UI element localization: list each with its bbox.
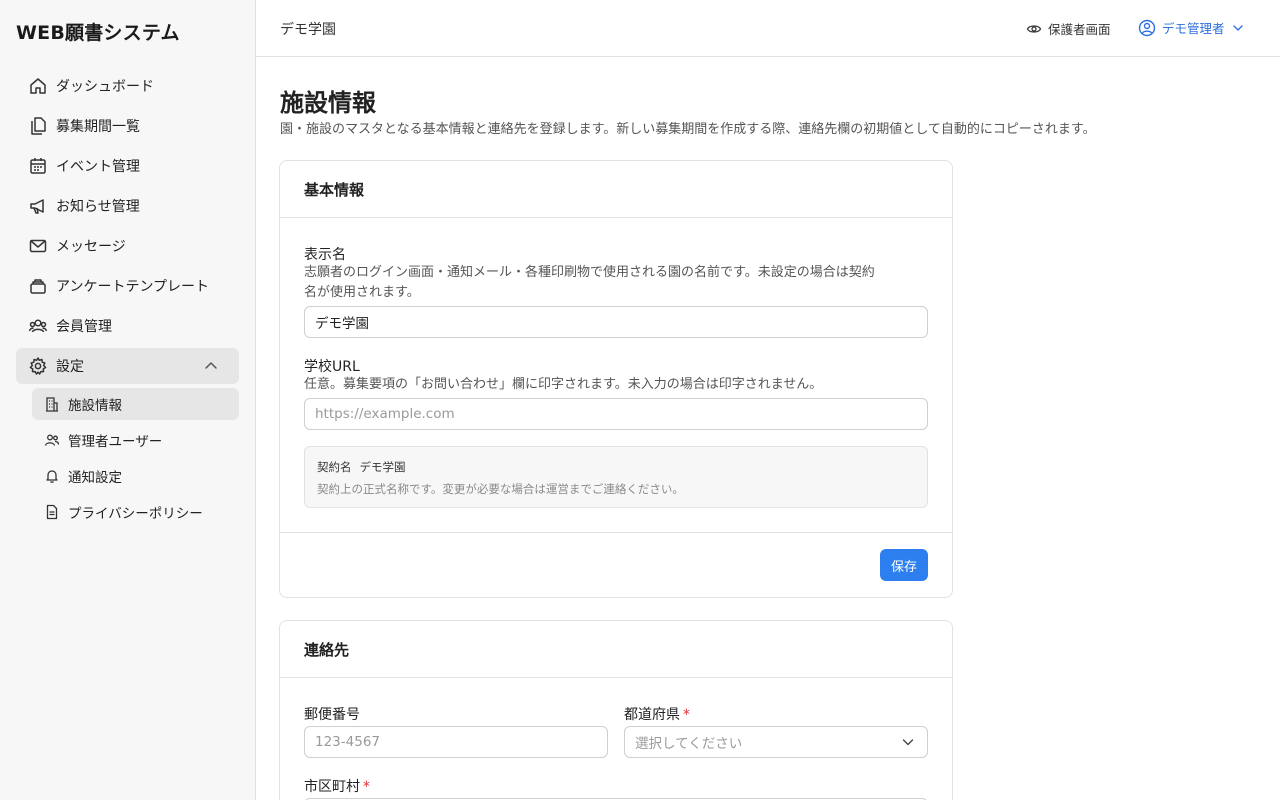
sidebar-item-label: ダッシュボード: [56, 79, 154, 95]
sidebar-item-label: アンケートテンプレート: [56, 279, 210, 295]
chevron-down-icon: [902, 739, 914, 746]
city-label-text: 市区町村: [304, 779, 360, 795]
page-description: 園・施設のマスタとなる基本情報と連絡先を登録します。新しい募集期間を作成する際、…: [280, 122, 1096, 137]
user-circle-icon: [1138, 19, 1156, 36]
basic-info-heading: 基本情報: [280, 161, 952, 218]
sidebar-item-survey-templates[interactable]: アンケートテンプレート: [16, 268, 239, 304]
required-mark: *: [683, 707, 690, 723]
postal-code-label: 郵便番号: [304, 707, 360, 723]
chevron-up-icon[interactable]: [203, 358, 219, 374]
sidebar-subitem-label: 通知設定: [68, 470, 122, 486]
users-icon: [28, 319, 48, 333]
documents-icon: [31, 117, 46, 135]
settings-subnav: 施設情報 管理者ユーザー 通知設定 プライバシーポリシー: [16, 388, 239, 528]
prefecture-placeholder: 選択してください: [635, 736, 743, 752]
main-content: 施設情報 園・施設のマスタとなる基本情報と連絡先を登録します。新しい募集期間を作…: [256, 57, 1280, 800]
stack-icon: [30, 279, 46, 294]
school-url-help: 任意。募集要項の「お問い合わせ」欄に印字されます。未入力の場合は印字されません。: [304, 377, 823, 392]
contract-name-value: デモ学園: [359, 460, 406, 474]
eye-icon: [1026, 24, 1042, 33]
sidebar-subitem-facility-info[interactable]: 施設情報: [32, 388, 239, 420]
contact-card: 連絡先 郵便番号 123-4567 都道府県 * 選択してください 市区町村 *: [279, 620, 953, 800]
display-name-help-line1: 志願者のログイン画面・通知メール・各種印刷物で使用される園の名前です。未設定の場…: [304, 265, 875, 280]
sidebar-subitem-label: 施設情報: [68, 398, 122, 414]
sidebar-item-label: メッセージ: [56, 239, 126, 255]
sidebar-item-settings[interactable]: 設定: [16, 348, 239, 384]
sidebar-item-label: イベント管理: [56, 159, 140, 175]
sidebar-item-announcements[interactable]: お知らせ管理: [16, 188, 239, 224]
page-title: 施設情報: [280, 89, 376, 117]
sidebar-item-events[interactable]: イベント管理: [16, 148, 239, 184]
app-title: WEB願書システム: [16, 22, 180, 44]
user-menu[interactable]: デモ管理者: [1138, 18, 1245, 37]
required-mark: *: [363, 779, 370, 795]
sidebar-subitem-label: 管理者ユーザー: [68, 434, 163, 450]
contract-name-note: 契約名 デモ学園 契約上の正式名称です。変更が必要な場合は運営までご連絡ください。: [304, 446, 928, 508]
users-icon: [44, 434, 60, 446]
prefecture-label-text: 都道府県: [624, 707, 680, 723]
prefecture-select[interactable]: 選択してください: [624, 726, 928, 758]
prefecture-label: 都道府県 *: [624, 704, 690, 724]
user-name: デモ管理者: [1162, 21, 1225, 36]
sidebar-subitem-label: プライバシーポリシー: [68, 506, 203, 522]
postal-code-input[interactable]: 123-4567: [304, 726, 608, 758]
chevron-down-icon: [1232, 24, 1243, 31]
top-bar: デモ学園 保護者画面 デモ管理者: [256, 0, 1280, 57]
sidebar: WEB願書システム ダッシュボード 募集期間一覧 イベント管理 お知らせ管理 メ…: [0, 0, 256, 800]
basic-info-card: 基本情報 表示名 志願者のログイン画面・通知メール・各種印刷物で使用される園の名…: [279, 160, 953, 598]
city-label: 市区町村 *: [304, 776, 370, 796]
school-url-input[interactable]: https://example.com: [304, 398, 928, 430]
school-url-label: 学校URL: [304, 359, 360, 375]
sidebar-nav: ダッシュボード 募集期間一覧 イベント管理 お知らせ管理 メッセージ アンケート…: [16, 68, 239, 532]
guardian-view-label: 保護者画面: [1048, 22, 1111, 37]
megaphone-icon: [30, 199, 44, 214]
home-icon: [30, 78, 46, 94]
mail-icon: [29, 239, 47, 253]
sidebar-item-dashboard[interactable]: ダッシュボード: [16, 68, 239, 104]
sidebar-item-members[interactable]: 会員管理: [16, 308, 239, 344]
sidebar-item-label: 設定: [56, 359, 84, 375]
contact-heading: 連絡先: [280, 621, 952, 678]
document-icon: [46, 504, 58, 520]
sidebar-item-messages[interactable]: メッセージ: [16, 228, 239, 264]
calendar-icon: [30, 158, 46, 174]
sidebar-subitem-admin-users[interactable]: 管理者ユーザー: [32, 424, 239, 456]
sidebar-item-label: 会員管理: [56, 319, 112, 335]
sidebar-subitem-privacy-policy[interactable]: プライバシーポリシー: [32, 496, 239, 528]
building-icon: [46, 397, 58, 412]
sidebar-item-label: お知らせ管理: [56, 199, 140, 215]
display-name-help: 志願者のログイン画面・通知メール・各種印刷物で使用される園の名前です。未設定の場…: [304, 263, 934, 303]
guardian-view-link[interactable]: 保護者画面: [1026, 19, 1111, 38]
gear-icon: [29, 357, 47, 375]
contract-name-help: 契約上の正式名称です。変更が必要な場合は運営までご連絡ください。: [317, 482, 684, 496]
basic-info-footer: 保存: [280, 532, 952, 598]
display-name-help-line2: 名が使用されます。: [304, 285, 420, 300]
contract-name-label: 契約名: [317, 460, 352, 474]
sidebar-subitem-notification-settings[interactable]: 通知設定: [32, 460, 239, 492]
sidebar-item-label: 募集期間一覧: [56, 119, 140, 135]
bell-icon: [46, 470, 58, 483]
display-name-label: 表示名: [304, 247, 346, 263]
display-name-input[interactable]: デモ学園: [304, 306, 928, 338]
org-name: デモ学園: [280, 22, 336, 38]
save-button[interactable]: 保存: [880, 549, 928, 581]
sidebar-item-recruitment-periods[interactable]: 募集期間一覧: [16, 108, 239, 144]
